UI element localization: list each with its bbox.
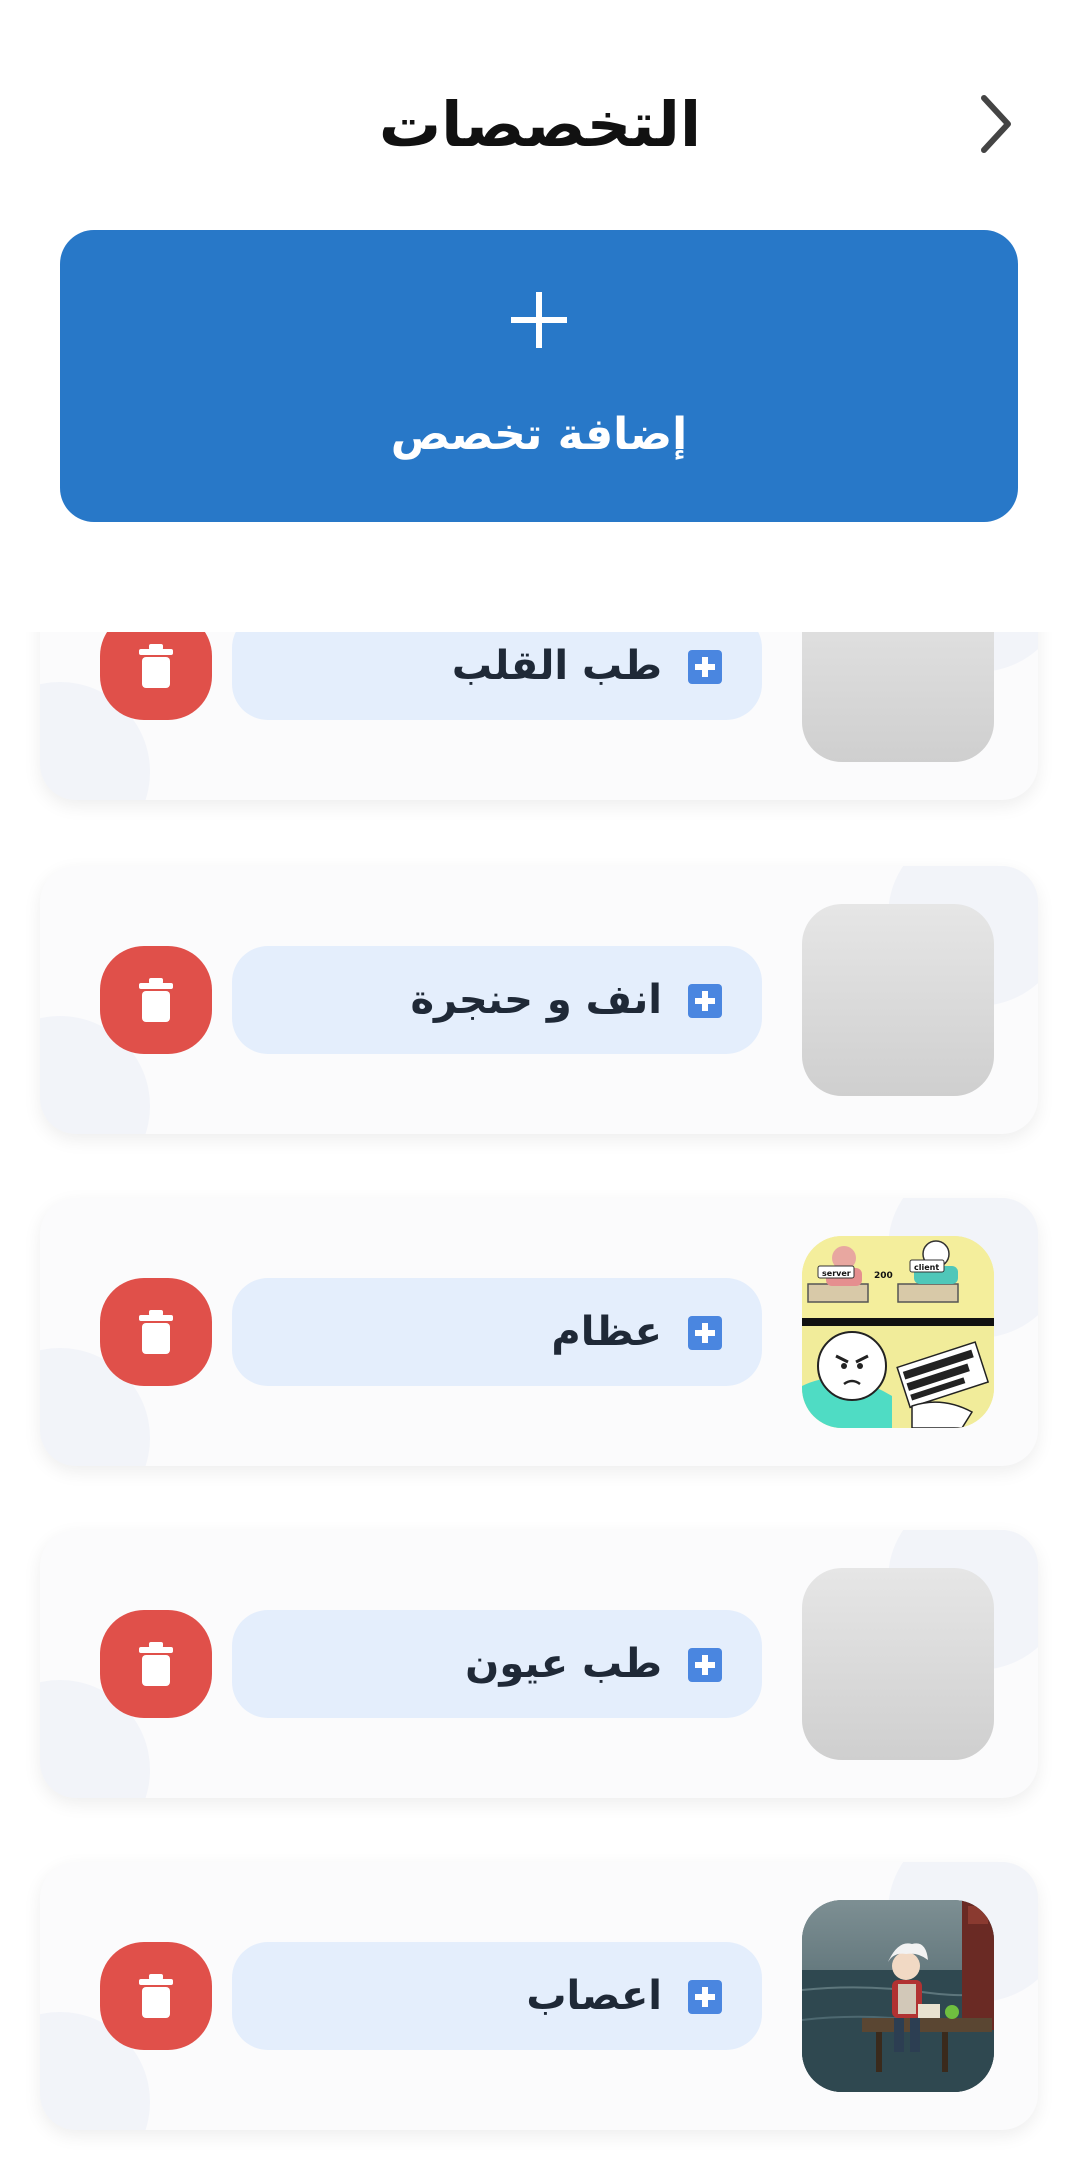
- delete-button[interactable]: [100, 1610, 212, 1718]
- specialty-card: اعصاب: [40, 1862, 1038, 2130]
- svg-text:server: server: [822, 1269, 851, 1278]
- delete-button[interactable]: [100, 1942, 212, 2050]
- delete-button[interactable]: [100, 946, 212, 1054]
- header: التخصصات إضافة تخصص: [0, 0, 1080, 632]
- specialty-name: اعصاب: [526, 1973, 662, 2019]
- plus-square-icon: [688, 1648, 722, 1682]
- specialty-name-pill[interactable]: طب عيون: [232, 1610, 762, 1718]
- delete-button[interactable]: [100, 1278, 212, 1386]
- svg-text:200: 200: [874, 1271, 893, 1281]
- plus-icon: [511, 292, 567, 348]
- specialty-image-placeholder: [802, 904, 994, 1096]
- specialty-card: انف و حنجرة: [40, 866, 1038, 1134]
- specialty-image-placeholder: [802, 1568, 994, 1760]
- plus-square-icon: [688, 984, 722, 1018]
- svg-text:client: client: [914, 1263, 939, 1272]
- add-specialty-button[interactable]: إضافة تخصص: [60, 230, 1018, 522]
- plus-square-icon: [688, 650, 722, 684]
- trash-icon: [139, 978, 173, 1022]
- trash-icon: [139, 1974, 173, 2018]
- specialty-image: [802, 1900, 994, 2092]
- specialty-name: عظام: [551, 1309, 662, 1355]
- page-title: التخصصات: [378, 88, 702, 161]
- specialty-name: انف و حنجرة: [410, 977, 662, 1023]
- specialty-name-pill[interactable]: عظام: [232, 1278, 762, 1386]
- specialty-card: طب عيون: [40, 1530, 1038, 1798]
- specialty-name-pill[interactable]: اعصاب: [232, 1942, 762, 2050]
- trash-icon: [139, 644, 173, 688]
- plus-square-icon: [688, 1980, 722, 2014]
- specialty-image: server 200 client: [802, 1236, 994, 1428]
- plus-square-icon: [688, 1316, 722, 1350]
- meme-comic-image: server 200 client: [802, 1236, 994, 1428]
- trash-icon: [139, 1642, 173, 1686]
- specialty-card: عظام server 200 client: [40, 1198, 1038, 1466]
- specialty-name-pill[interactable]: انف و حنجرة: [232, 946, 762, 1054]
- specialty-name: طب عيون: [465, 1641, 662, 1687]
- trash-icon: [139, 1310, 173, 1354]
- pier-character-image: [802, 1900, 994, 2092]
- add-specialty-label: إضافة تخصص: [390, 409, 688, 460]
